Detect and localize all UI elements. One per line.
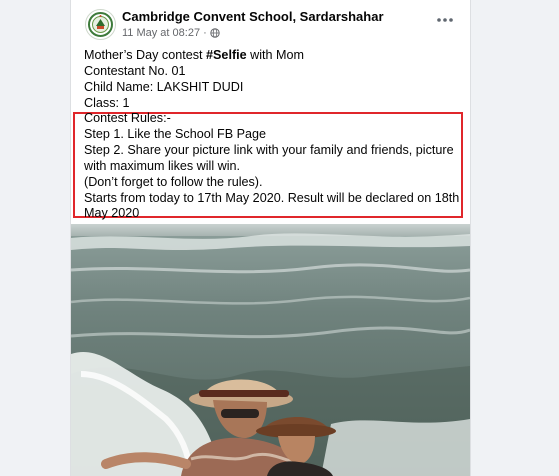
- post-message: Mother’s Day contest #Selfie with Mom Co…: [84, 48, 464, 112]
- contest-rules: Contest Rules:- Step 1. Like the School …: [84, 111, 464, 222]
- beach-selfie-photo: [71, 224, 470, 476]
- child-name: Child Name: LAKSHIT DUDI: [84, 79, 244, 94]
- contest-title-suffix: with Mom: [246, 48, 305, 62]
- post-header: Cambridge Convent School, Sardarshahar 1…: [71, 0, 470, 44]
- contest-title-line: Mother’s Day contest #Selfie with Mom: [84, 48, 464, 64]
- post-meta: 11 May at 08:27 ·: [122, 27, 220, 39]
- selfie-hashtag[interactable]: #Selfie: [206, 48, 247, 62]
- rule-note: (Don’t forget to follow the rules).: [84, 174, 263, 189]
- meta-separator: ·: [203, 27, 207, 39]
- contest-title-prefix: Mother’s Day contest: [84, 48, 207, 62]
- school-crest-icon: [87, 11, 114, 38]
- page-name-link[interactable]: Cambridge Convent School, Sardarshahar: [122, 9, 384, 24]
- class-line: Class: 1: [84, 95, 130, 110]
- more-options-icon[interactable]: [436, 16, 454, 24]
- rule-step-2: Step 2. Share your picture link with you…: [84, 142, 454, 173]
- post-timestamp[interactable]: 11 May at 08:27: [122, 27, 200, 39]
- facebook-post-card: Cambridge Convent School, Sardarshahar 1…: [70, 0, 471, 476]
- avatar[interactable]: [85, 9, 116, 40]
- rules-heading: Contest Rules:-: [84, 111, 171, 125]
- post-photo[interactable]: [71, 224, 470, 476]
- contestant-number: Contestant No. 01: [84, 63, 186, 78]
- rule-dates: Starts from today to 17th May 2020. Resu…: [84, 190, 460, 221]
- rule-step-1: Step 1. Like the School FB Page: [84, 126, 267, 141]
- globe-icon[interactable]: [210, 28, 220, 38]
